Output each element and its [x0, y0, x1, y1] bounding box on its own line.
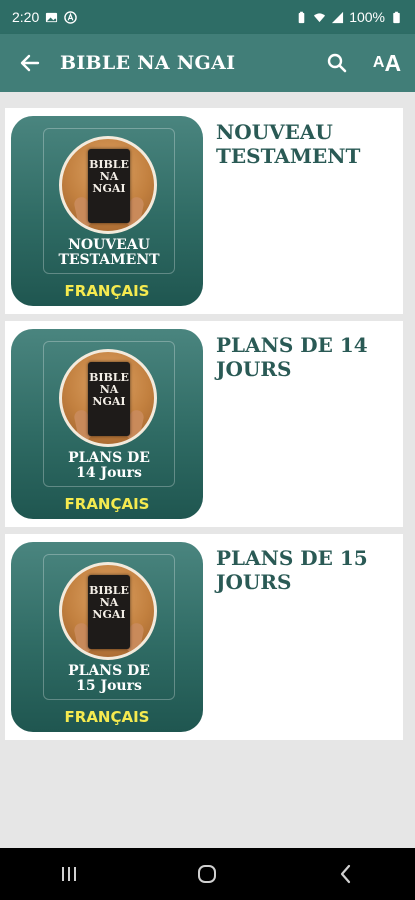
cover-subtitle-line2: 15 Jours	[76, 678, 142, 694]
book: BIBLE NA NGAI	[88, 575, 130, 649]
cover-subtitle-line2: 14 Jours	[76, 465, 142, 481]
system-nav-bar	[0, 848, 415, 900]
font-size-small-a: A	[372, 54, 385, 71]
status-left: 2:20	[12, 9, 78, 25]
item-title: NOUVEAU TESTAMENT	[216, 120, 361, 168]
list-item[interactable]: BIBLE NA NGAI PLANS DE 14 Jours FRANÇAIS…	[5, 321, 403, 527]
item-title: PLANS DE 14 JOURS	[216, 333, 368, 381]
book-cover-image: BIBLE NA NGAI NOUVEAU TESTAMENT FRANÇAIS	[11, 116, 203, 306]
accessibility-notification-icon	[64, 10, 78, 24]
back-nav-button[interactable]	[316, 854, 376, 894]
search-button[interactable]	[315, 34, 359, 92]
image-notification-icon	[46, 12, 58, 22]
book-cover-text: BIBLE NA NGAI	[89, 371, 129, 408]
font-size-button[interactable]: AA	[359, 34, 415, 92]
back-button[interactable]	[0, 34, 60, 92]
search-icon	[327, 53, 347, 73]
content-list[interactable]: BIBLE NA NGAI NOUVEAU TESTAMENT FRANÇAIS…	[0, 92, 415, 848]
cover-subtitle-line1: NOUVEAU	[68, 237, 150, 253]
cover-subtitle-line1: PLANS DE	[68, 663, 150, 679]
arrow-left-icon	[20, 54, 40, 72]
chevron-left-icon	[340, 864, 350, 884]
book-cover-text: BIBLE NA NGAI	[89, 158, 129, 195]
battery-icon	[393, 11, 400, 23]
list-item[interactable]: BIBLE NA NGAI PLANS DE 15 Jours FRANÇAIS…	[5, 534, 403, 740]
book: BIBLE NA NGAI	[88, 362, 130, 436]
app-title: BIBLE NA NGAI	[60, 52, 236, 74]
status-right: 100%	[295, 9, 403, 25]
cover-subtitle-line1: PLANS DE	[68, 450, 150, 466]
language-label: FRANÇAIS	[64, 708, 150, 726]
list-item[interactable]: BIBLE NA NGAI NOUVEAU TESTAMENT FRANÇAIS…	[5, 108, 403, 314]
bible-book-illustration: BIBLE NA NGAI	[59, 136, 157, 234]
wifi-icon	[314, 12, 326, 22]
signal-icon	[332, 11, 344, 23]
bible-book-illustration: BIBLE NA NGAI	[59, 349, 157, 447]
app-bar: BIBLE NA NGAI AA	[0, 34, 415, 92]
cover-subtitle: NOUVEAU TESTAMENT	[43, 238, 175, 268]
recents-icon	[62, 867, 77, 881]
item-title: PLANS DE 15 JOURS	[216, 546, 368, 594]
cover-subtitle: PLANS DE 14 Jours	[43, 451, 175, 481]
home-icon	[198, 865, 217, 883]
status-bar: 2:20 100%	[0, 0, 415, 34]
font-size-big-a: A	[384, 49, 402, 76]
bible-book-illustration: BIBLE NA NGAI	[59, 562, 157, 660]
status-time: 2:20	[12, 9, 40, 25]
recents-button[interactable]	[39, 854, 99, 894]
battery-saver-icon	[298, 11, 305, 23]
language-label: FRANÇAIS	[64, 282, 150, 300]
cover-subtitle-line2: TESTAMENT	[58, 252, 160, 268]
cover-subtitle: PLANS DE 15 Jours	[43, 664, 175, 694]
home-button[interactable]	[177, 854, 237, 894]
language-label: FRANÇAIS	[64, 495, 150, 513]
book-cover-image: BIBLE NA NGAI PLANS DE 14 Jours FRANÇAIS	[11, 329, 203, 519]
book: BIBLE NA NGAI	[88, 149, 130, 223]
battery-percent: 100%	[349, 9, 385, 25]
book-cover-text: BIBLE NA NGAI	[89, 584, 129, 621]
book-cover-image: BIBLE NA NGAI PLANS DE 15 Jours FRANÇAIS	[11, 542, 203, 732]
